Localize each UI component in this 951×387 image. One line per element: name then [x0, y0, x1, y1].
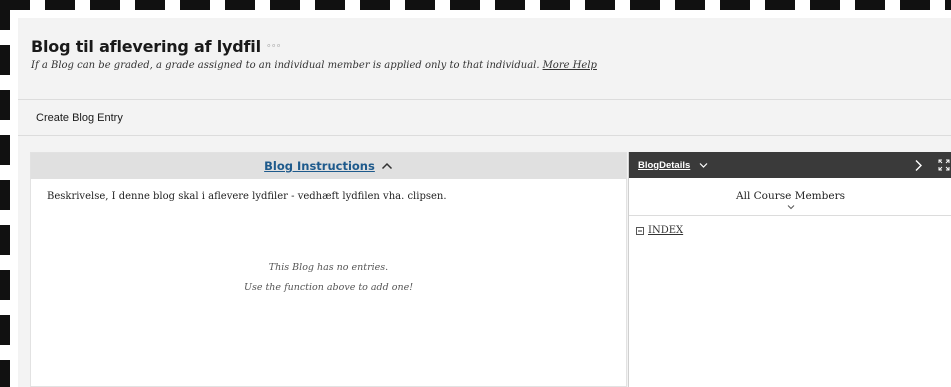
- blog-details-menu[interactable]: BlogDetails: [638, 160, 690, 171]
- index-link[interactable]: INDEX: [648, 225, 683, 236]
- course-members-label: All Course Members: [736, 190, 845, 202]
- chevron-down-icon[interactable]: [699, 162, 708, 169]
- collapse-icon[interactable]: [636, 226, 644, 235]
- grading-note: If a Blog can be graded, a grade assigne…: [31, 60, 597, 71]
- create-blog-entry-button[interactable]: Create Blog Entry: [36, 112, 123, 124]
- blog-main-panel: Blog Instructions Beskrivelse, I denne b…: [30, 152, 627, 387]
- blog-page: Blog til aflevering af lydfil ◦◦◦ If a B…: [18, 18, 951, 387]
- chevron-right-icon[interactable]: [913, 159, 923, 172]
- blog-details-panel: BlogDetails All Course Members INDEX: [628, 152, 951, 387]
- page-title: Blog til aflevering af lydfil: [31, 37, 261, 56]
- course-members-select[interactable]: All Course Members: [629, 178, 951, 216]
- focus-frame-top: [0, 0, 951, 10]
- more-options-icon[interactable]: ◦◦◦: [267, 41, 282, 52]
- blog-details-header: BlogDetails: [629, 152, 951, 178]
- grading-note-text: If a Blog can be graded, a grade assigne…: [31, 60, 540, 71]
- focus-frame-left: [0, 0, 10, 387]
- chevron-up-icon: [381, 162, 392, 170]
- action-bar: Create Blog Entry: [18, 100, 951, 136]
- blog-instructions-label: Blog Instructions: [264, 159, 375, 173]
- chevron-down-icon: [787, 205, 794, 210]
- blog-instructions-toggle[interactable]: Blog Instructions: [31, 153, 626, 179]
- empty-state-hint: Use the function above to add one!: [243, 282, 414, 293]
- title-row: Blog til aflevering af lydfil ◦◦◦: [31, 37, 282, 56]
- page-header: Blog til aflevering af lydfil ◦◦◦ If a B…: [18, 18, 951, 100]
- expand-icon[interactable]: [938, 159, 950, 171]
- blog-description: Beskrivelse, I denne blog skal i aflever…: [47, 191, 447, 202]
- more-help-link[interactable]: More Help: [543, 60, 597, 71]
- empty-state-message: This Blog has no entries.: [268, 262, 389, 273]
- index-node[interactable]: INDEX: [636, 225, 683, 236]
